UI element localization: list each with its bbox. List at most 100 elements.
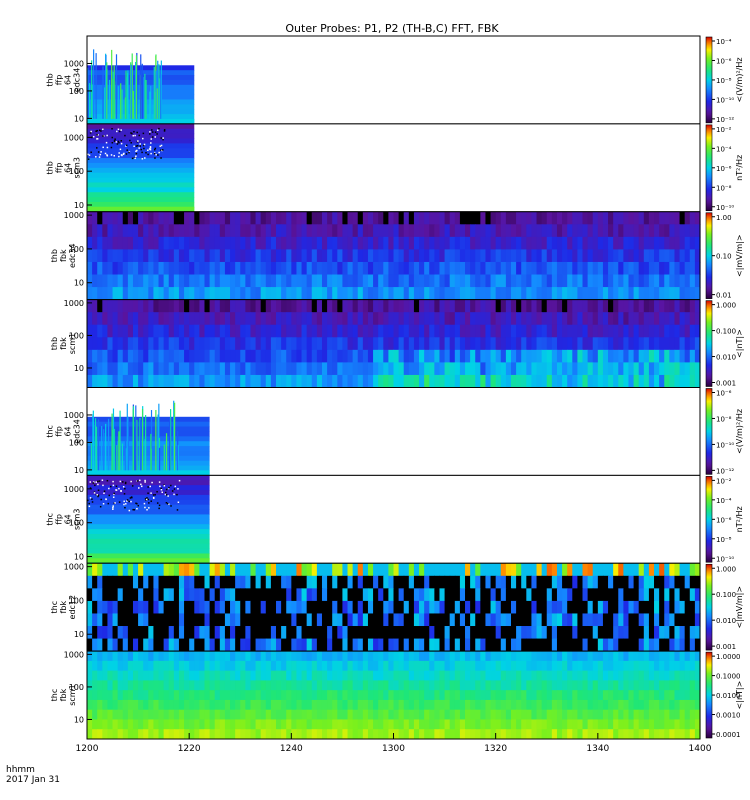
spectrogram-cell xyxy=(143,613,149,627)
spectrogram-cell xyxy=(235,299,241,313)
spectrogram-cell xyxy=(138,324,144,338)
spectrogram-cell xyxy=(219,349,226,363)
spectrogram-spike xyxy=(135,55,138,120)
spectrogram-cell xyxy=(480,613,487,627)
spectrogram-speck xyxy=(137,504,140,507)
spectrogram-cell xyxy=(122,211,129,225)
spectrogram-cell xyxy=(490,660,497,672)
spectrogram-cell xyxy=(459,699,466,711)
spectrogram-spike xyxy=(115,54,118,120)
spectrogram-cell xyxy=(87,182,195,188)
spectrogram-cell xyxy=(648,638,655,652)
spectrogram-cell xyxy=(265,638,272,652)
spectrogram-cell xyxy=(541,575,548,589)
spectrogram-cell xyxy=(419,709,425,720)
spectrogram-cell xyxy=(541,660,548,672)
spectrogram-cell xyxy=(388,312,395,326)
spectrogram-cell xyxy=(199,729,206,740)
spectrogram-cell xyxy=(546,299,553,313)
spectrogram-cell xyxy=(291,249,298,263)
spectrogram-cell xyxy=(112,299,119,313)
spectrogram-cell xyxy=(490,613,497,627)
spectrogram-cell xyxy=(230,224,236,238)
spectrogram-cell xyxy=(337,349,344,363)
spectrogram-cell xyxy=(199,680,206,691)
spectrogram-cell xyxy=(674,236,681,250)
spectrogram-cell xyxy=(628,709,635,720)
spectrogram-cell xyxy=(674,287,681,301)
spectrogram-cell xyxy=(664,709,670,720)
spectrogram-cell xyxy=(648,575,655,589)
spectrogram-cell xyxy=(357,287,364,301)
spectrogram-speck xyxy=(111,128,113,130)
spectrogram-cell xyxy=(587,690,594,701)
spectrogram-cell xyxy=(648,660,655,672)
spectrogram-cell xyxy=(245,299,252,313)
spectrogram-cell xyxy=(551,211,558,225)
spectrogram-cell xyxy=(597,626,604,640)
spectrogram-cell xyxy=(265,249,272,263)
spectrogram-cell xyxy=(357,719,364,730)
spectrogram-speck xyxy=(93,492,96,494)
spectrogram-cell xyxy=(337,563,344,577)
spectrogram-speck xyxy=(145,498,148,501)
spectrogram-cell xyxy=(572,670,578,681)
spectrogram-cell xyxy=(245,638,252,652)
spectrogram-cell xyxy=(531,651,538,662)
spectrogram-speck xyxy=(124,134,126,137)
spectrogram-cell xyxy=(505,362,512,376)
spectrogram-cell xyxy=(674,224,681,238)
spectrogram-cell xyxy=(301,575,308,589)
spectrogram-speck xyxy=(102,128,104,131)
spectrogram-cell xyxy=(153,660,160,672)
spectrogram-cell xyxy=(597,588,604,602)
spectrogram-spike xyxy=(113,428,115,472)
spectrogram-cell xyxy=(270,287,277,301)
colorbar xyxy=(705,300,713,387)
spectrogram-cell xyxy=(240,699,246,711)
spectrogram-cell xyxy=(592,324,599,338)
spectrogram-cell xyxy=(321,651,328,662)
spectrogram-cell xyxy=(117,362,124,376)
spectrogram-cell xyxy=(316,680,323,691)
spectrogram-cell xyxy=(684,312,691,326)
spectrogram-cell xyxy=(643,261,650,276)
spectrogram-cell xyxy=(281,261,287,276)
spectrogram-cell xyxy=(684,680,691,691)
spectrogram-cell xyxy=(102,236,109,250)
spectrogram-cell xyxy=(470,575,476,589)
spectrogram-cell xyxy=(403,626,410,640)
spectrogram-cell xyxy=(291,575,298,589)
spectrogram-cell xyxy=(240,261,246,276)
spectrogram-cell xyxy=(87,153,195,159)
spectrogram-cell xyxy=(168,600,175,614)
spectrogram-cell xyxy=(367,362,374,376)
spectrogram-speck xyxy=(97,151,100,153)
spectrogram-cell xyxy=(127,670,134,681)
spectrogram-cell xyxy=(490,224,497,238)
spectrogram-cell xyxy=(306,600,313,614)
spectrogram-cell xyxy=(311,575,318,589)
spectrogram-cell xyxy=(562,374,568,388)
spectrogram-cell xyxy=(301,680,308,691)
spectrogram-cell xyxy=(97,236,103,250)
spectrogram-cell xyxy=(500,349,507,363)
spectrogram-speck xyxy=(126,499,129,501)
spectrogram-cell xyxy=(204,249,211,263)
spectrogram-cell xyxy=(531,613,538,627)
spectrogram-cell xyxy=(592,626,599,640)
spectrogram-cell xyxy=(618,299,624,313)
spectrogram-cell xyxy=(510,651,517,662)
spectrogram-cell xyxy=(194,249,200,263)
spectrogram-cells xyxy=(87,211,701,301)
spectrogram-cell xyxy=(449,588,456,602)
spectrogram-cell xyxy=(194,575,200,589)
spectrogram-cell xyxy=(367,261,374,276)
spectrogram-cell xyxy=(541,588,548,602)
spectrogram-cell xyxy=(577,324,584,338)
spectrogram-cell xyxy=(143,224,149,238)
spectrogram-cell xyxy=(306,261,313,276)
spectrogram-cell xyxy=(204,236,211,250)
spectrogram-cell xyxy=(332,236,338,250)
spectrogram-cell xyxy=(327,699,333,711)
